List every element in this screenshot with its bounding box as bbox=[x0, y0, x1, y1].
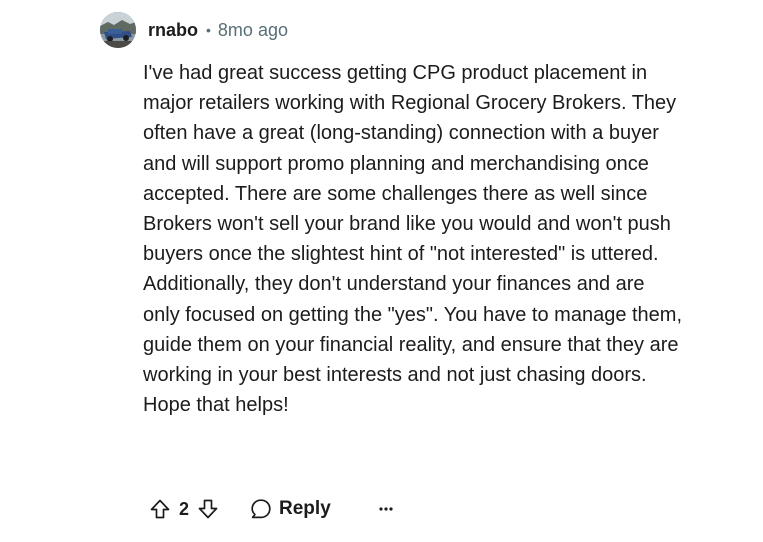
reply-label: Reply bbox=[279, 498, 331, 519]
comment-actions: 2 Reply bbox=[143, 492, 403, 526]
downvote-arrow-icon bbox=[198, 499, 218, 519]
upvote-button[interactable] bbox=[143, 492, 177, 526]
downvote-button[interactable] bbox=[191, 492, 225, 526]
comment-text: I've had great success getting CPG produ… bbox=[143, 62, 683, 417]
comment: rnabo • 8mo ago I've had great success g… bbox=[0, 0, 763, 542]
meta-separator: • bbox=[206, 22, 211, 38]
comment-body: I've had great success getting CPG produ… bbox=[143, 58, 683, 420]
timestamp[interactable]: 8mo ago bbox=[218, 20, 288, 41]
reply-button[interactable]: Reply bbox=[241, 492, 339, 526]
avatar-image bbox=[100, 12, 136, 48]
vote-count: 2 bbox=[179, 498, 190, 519]
comment-header: rnabo • 8mo ago bbox=[100, 12, 288, 48]
username[interactable]: rnabo bbox=[148, 20, 198, 41]
upvote-arrow-icon bbox=[150, 499, 170, 519]
speech-bubble-icon bbox=[251, 499, 271, 519]
more-options-button[interactable] bbox=[369, 492, 403, 526]
avatar[interactable] bbox=[100, 12, 136, 48]
ellipsis-icon bbox=[379, 507, 393, 511]
